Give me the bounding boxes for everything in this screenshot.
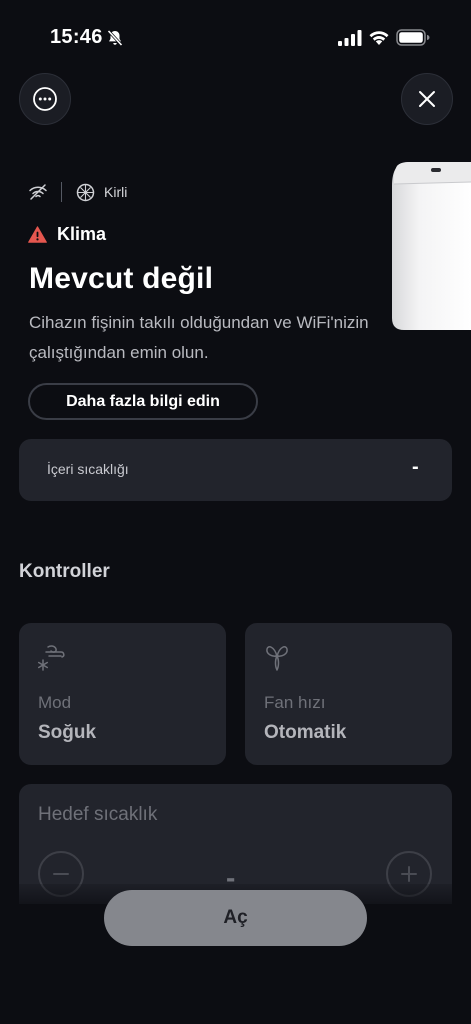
filter-icon <box>76 183 95 202</box>
indoor-temperature-label: İçeri sıcaklığı <box>47 461 129 477</box>
minus-icon <box>53 873 69 875</box>
close-icon <box>419 91 435 107</box>
device-name: Klima <box>57 224 107 244</box>
wifi-off-icon <box>29 184 47 200</box>
mode-label: Mod <box>38 693 72 712</box>
more-icon <box>33 87 57 111</box>
filter-status-label: Kirli <box>104 184 128 200</box>
controls-section-title: Kontroller <box>19 561 110 582</box>
fan-icon <box>266 646 288 671</box>
unavailable-description: Cihazın fişinin takılı olduğundan ve WiF… <box>29 313 369 362</box>
signal-icon <box>338 30 362 46</box>
power-on-button[interactable]: Aç <box>104 890 367 946</box>
plus-icon <box>401 866 417 882</box>
target-temperature-label: Hedef sıcaklık <box>38 804 158 825</box>
warning-icon <box>28 226 47 243</box>
snow-wind-icon <box>37 645 65 671</box>
page-title: Mevcut değil <box>29 262 214 295</box>
status-divider <box>61 182 62 202</box>
close-button[interactable] <box>401 73 453 125</box>
fan-speed-value: Otomatik <box>264 722 347 743</box>
wifi-icon <box>369 31 389 45</box>
status-time: 15:46 <box>50 26 103 48</box>
battery-icon <box>396 29 430 46</box>
indoor-temperature-value: - <box>412 456 419 478</box>
fan-speed-label: Fan hızı <box>264 693 326 712</box>
air-conditioner-image <box>392 162 471 330</box>
more-options-button[interactable] <box>19 73 71 125</box>
mode-value: Soğuk <box>38 722 97 743</box>
bell-slash-icon <box>107 29 123 47</box>
learn-more-button[interactable]: Daha fazla bilgi edin <box>28 383 258 420</box>
